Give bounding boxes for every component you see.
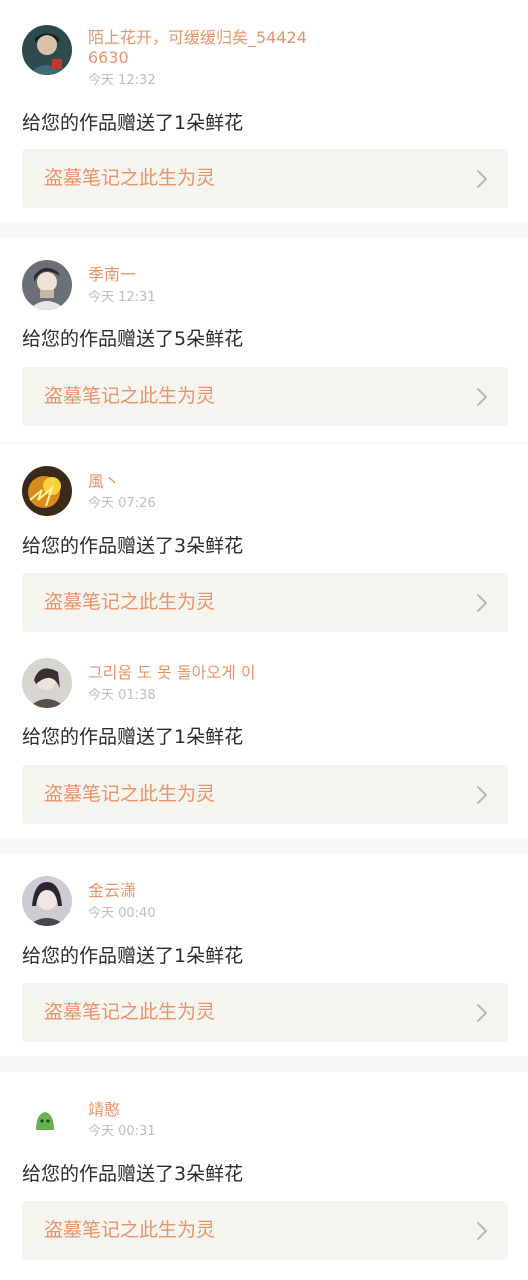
work-link[interactable]: 盗墓笔记之此生为灵 [22, 367, 508, 426]
timestamp: 今天 12:31 [88, 290, 156, 305]
chevron-right-icon [477, 170, 487, 188]
notification-card: 陌上花开，可缓缓归矣_544246630 今天 12:32 给您的作品赠送了1朵… [0, 0, 528, 222]
chevron-right-icon [477, 388, 487, 406]
gift-message: 给您的作品赠送了1朵鲜花 [22, 726, 244, 748]
timestamp: 今天 00:40 [88, 906, 156, 921]
user-avatar[interactable] [22, 260, 72, 310]
notification-card: 金云潇 今天 00:40 给您的作品赠送了1朵鲜花 盗墓笔记之此生为灵 [0, 854, 528, 1056]
gift-message: 给您的作品赠送了3朵鲜花 [22, 1163, 244, 1185]
work-title: 盗墓笔记之此生为灵 [44, 385, 216, 407]
notification-card: 靖憨 今天 00:31 给您的作品赠送了3朵鲜花 盗墓笔记之此生为灵 [0, 1072, 528, 1280]
chevron-right-icon [477, 1004, 487, 1022]
avatar-photo-icon [22, 876, 72, 926]
avatar-photo-icon [22, 466, 72, 516]
gift-message: 给您的作品赠送了3朵鲜花 [22, 535, 244, 557]
avatar-photo-icon [22, 658, 72, 708]
work-link[interactable]: 盗墓笔记之此生为灵 [22, 765, 508, 824]
work-title: 盗墓笔记之此生为灵 [44, 1219, 216, 1241]
work-title: 盗墓笔记之此生为灵 [44, 783, 216, 805]
work-link[interactable]: 盗墓笔记之此生为灵 [22, 1201, 508, 1260]
notification-card: 風丶 今天 07:26 给您的作品赠送了3朵鲜花 盗墓笔记之此生为灵 [0, 444, 528, 644]
timestamp: 今天 00:31 [88, 1124, 156, 1139]
username[interactable]: 陌上花开，可缓缓归矣_544246630 [88, 28, 308, 68]
notification-feed: 陌上花开，可缓缓归矣_544246630 今天 12:32 给您的作品赠送了1朵… [0, 0, 528, 1280]
work-link[interactable]: 盗墓笔记之此生为灵 [22, 149, 508, 208]
user-avatar[interactable] [22, 25, 72, 75]
user-avatar[interactable] [22, 658, 72, 708]
timestamp: 今天 07:26 [88, 496, 156, 511]
user-avatar[interactable] [22, 1094, 72, 1144]
avatar-photo-icon [22, 25, 72, 75]
work-title: 盗墓笔记之此生为灵 [44, 591, 216, 613]
gift-message: 给您的作品赠送了5朵鲜花 [22, 328, 244, 350]
chevron-right-icon [477, 1222, 487, 1240]
notification-card: 그리움 도 못 돌아오게 이 今天 01:38 给您的作品赠送了1朵鲜花 盗墓笔… [0, 644, 528, 838]
username[interactable]: 그리움 도 못 돌아오게 이 [88, 663, 308, 683]
work-link[interactable]: 盗墓笔记之此生为灵 [22, 573, 508, 632]
work-title: 盗墓笔记之此生为灵 [44, 167, 216, 189]
username[interactable]: 靖憨 [88, 1100, 308, 1120]
green-blob-avatar-icon [22, 1094, 72, 1144]
username[interactable]: 金云潇 [88, 881, 308, 901]
gift-message: 给您的作品赠送了1朵鲜花 [22, 945, 244, 967]
username[interactable]: 季南一 [88, 265, 308, 285]
notification-card: 季南一 今天 12:31 给您的作品赠送了5朵鲜花 盗墓笔记之此生为灵 [0, 238, 528, 442]
gift-message: 给您的作品赠送了1朵鲜花 [22, 112, 244, 134]
chevron-right-icon [477, 594, 487, 612]
chevron-right-icon [477, 786, 487, 804]
timestamp: 今天 01:38 [88, 688, 156, 703]
timestamp: 今天 12:32 [88, 73, 156, 88]
work-title: 盗墓笔记之此生为灵 [44, 1001, 216, 1023]
work-link[interactable]: 盗墓笔记之此生为灵 [22, 983, 508, 1042]
username[interactable]: 風丶 [88, 472, 308, 492]
user-avatar[interactable] [22, 466, 72, 516]
user-avatar[interactable] [22, 876, 72, 926]
avatar-photo-icon [22, 260, 72, 310]
